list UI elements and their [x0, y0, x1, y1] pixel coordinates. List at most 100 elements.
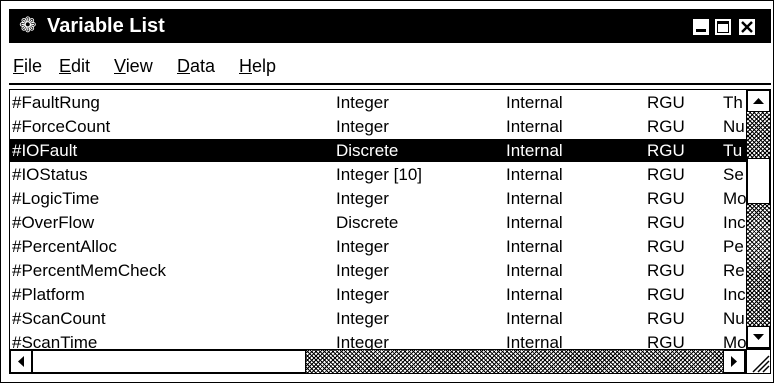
variable-type: Integer	[336, 333, 389, 351]
arrow-right-icon	[731, 356, 737, 367]
variable-type: Integer [10]	[336, 165, 423, 184]
variable-description: Inc	[723, 213, 746, 232]
menu-accelerator: E	[59, 56, 72, 76]
menu-label: ata	[190, 56, 216, 76]
arrow-left-icon	[18, 356, 24, 367]
list-item[interactable]: #PercentAlloc Integer Internal RGU Pe	[10, 235, 747, 258]
variable-type: Integer	[336, 309, 389, 328]
scroll-up-button[interactable]	[747, 90, 770, 112]
variable-description: Mo	[723, 333, 747, 351]
variable-description: Inc	[723, 285, 746, 304]
close-icon	[741, 21, 753, 33]
list-item[interactable]: #IOFault Discrete Internal RGU Tu	[10, 139, 747, 162]
list-item[interactable]: #PercentMemCheck Integer Internal RGU Re	[10, 259, 747, 282]
variable-list-window: ❁ Variable List File Edit View Data Help #Fa…	[0, 0, 774, 383]
scroll-left-button[interactable]	[10, 350, 32, 373]
menu-accelerator: V	[114, 56, 126, 76]
variable-scope: Internal	[506, 237, 563, 256]
menu-label: iew	[125, 56, 153, 76]
variable-description: Th	[723, 93, 743, 112]
variable-access: RGU	[647, 285, 685, 304]
variable-scope: Internal	[506, 309, 563, 328]
close-button[interactable]	[738, 18, 756, 36]
window-title: Variable List	[47, 15, 165, 37]
variable-name: #ScanCount	[12, 309, 106, 328]
variable-type: Integer	[336, 189, 389, 208]
title-bar[interactable]: ❁ Variable List	[9, 9, 771, 43]
variable-access: RGU	[647, 165, 685, 184]
variable-type: Integer	[336, 237, 389, 256]
variable-description: Nu	[723, 117, 745, 136]
variable-scope: Internal	[506, 285, 563, 304]
variable-list[interactable]: #FaultRung Integer Internal RGU Th #ForceCoun…	[9, 89, 747, 351]
menu-accelerator: D	[177, 56, 190, 76]
minimize-button[interactable]	[692, 18, 710, 36]
list-item[interactable]: #IOStatus Integer [10] Internal RGU Se	[10, 163, 747, 186]
menu-label: elp	[252, 56, 277, 76]
scroll-down-button[interactable]	[747, 326, 770, 348]
list-item[interactable]: #Platform Integer Internal RGU Inc	[10, 283, 747, 306]
variable-name: #PercentMemCheck	[12, 261, 167, 280]
vertical-scrollbar[interactable]	[746, 89, 771, 349]
variable-access: RGU	[647, 333, 685, 351]
list-item[interactable]: #FaultRung Integer Internal RGU Th	[10, 91, 747, 114]
list-item[interactable]: #ScanTime Integer Internal RGU Mo	[10, 331, 747, 351]
resize-grip[interactable]	[746, 349, 771, 374]
variable-description: Se	[723, 165, 744, 184]
maximize-button[interactable]	[714, 18, 732, 36]
scroll-right-button[interactable]	[723, 350, 745, 373]
menu-item[interactable]: File	[13, 54, 42, 78]
menu-bar: File Edit View Data Help	[9, 49, 771, 85]
menu-item[interactable]: View	[114, 54, 153, 78]
menu-label: ile	[24, 56, 43, 76]
menu-accelerator: H	[239, 56, 252, 76]
variable-scope: Internal	[506, 141, 563, 160]
list-item[interactable]: #LogicTime Integer Internal RGU Mo	[10, 187, 747, 210]
variable-scope: Internal	[506, 93, 563, 112]
variable-description: Re	[723, 261, 745, 280]
variable-scope: Internal	[506, 261, 563, 280]
variable-description: Pe	[723, 237, 744, 256]
variable-access: RGU	[647, 189, 685, 208]
horizontal-scrollbar[interactable]	[9, 349, 746, 374]
variable-name: #ScanTime	[12, 333, 98, 351]
variable-name: #Platform	[12, 285, 85, 304]
variable-name: #PercentAlloc	[12, 237, 117, 256]
variable-name: #ForceCount	[12, 117, 111, 136]
variable-name: #LogicTime	[12, 189, 100, 208]
variable-type: Integer	[336, 117, 389, 136]
menu-label: dit	[71, 56, 91, 76]
variable-access: RGU	[647, 237, 685, 256]
variable-name: #FaultRung	[12, 93, 100, 112]
variable-access: RGU	[647, 141, 685, 160]
variable-type: Integer	[336, 285, 389, 304]
variable-name: #IOFault	[12, 141, 78, 160]
variable-access: RGU	[647, 117, 685, 136]
list-item[interactable]: #ScanCount Integer Internal RGU Nu	[10, 307, 747, 330]
menu-item[interactable]: Data	[177, 54, 215, 78]
variable-name: #IOStatus	[12, 165, 88, 184]
variable-type: Discrete	[336, 141, 399, 160]
resize-grip-icon	[752, 355, 770, 373]
vertical-scroll-thumb[interactable]	[747, 158, 770, 204]
menu-accelerator: F	[13, 56, 24, 76]
variable-description: Mo	[723, 189, 747, 208]
arrow-up-icon	[753, 98, 764, 104]
list-item[interactable]: #ForceCount Integer Internal RGU Nu	[10, 115, 747, 138]
arrow-down-icon	[753, 334, 764, 340]
list-item[interactable]: #OverFlow Discrete Internal RGU Inc	[10, 211, 747, 234]
horizontal-scroll-thumb[interactable]	[32, 350, 306, 373]
variable-type: Integer	[336, 93, 389, 112]
variable-access: RGU	[647, 309, 685, 328]
variable-access: RGU	[647, 261, 685, 280]
menu-item[interactable]: Help	[239, 54, 276, 78]
variable-scope: Internal	[506, 117, 563, 136]
variable-access: RGU	[647, 213, 685, 232]
variable-scope: Internal	[506, 213, 563, 232]
variable-type: Discrete	[336, 213, 399, 232]
variable-name: #OverFlow	[12, 213, 95, 232]
menu-item[interactable]: Edit	[59, 54, 90, 78]
variable-scope: Internal	[506, 333, 563, 351]
variable-scope: Internal	[506, 165, 563, 184]
gear-icon[interactable]: ❁	[19, 13, 37, 39]
